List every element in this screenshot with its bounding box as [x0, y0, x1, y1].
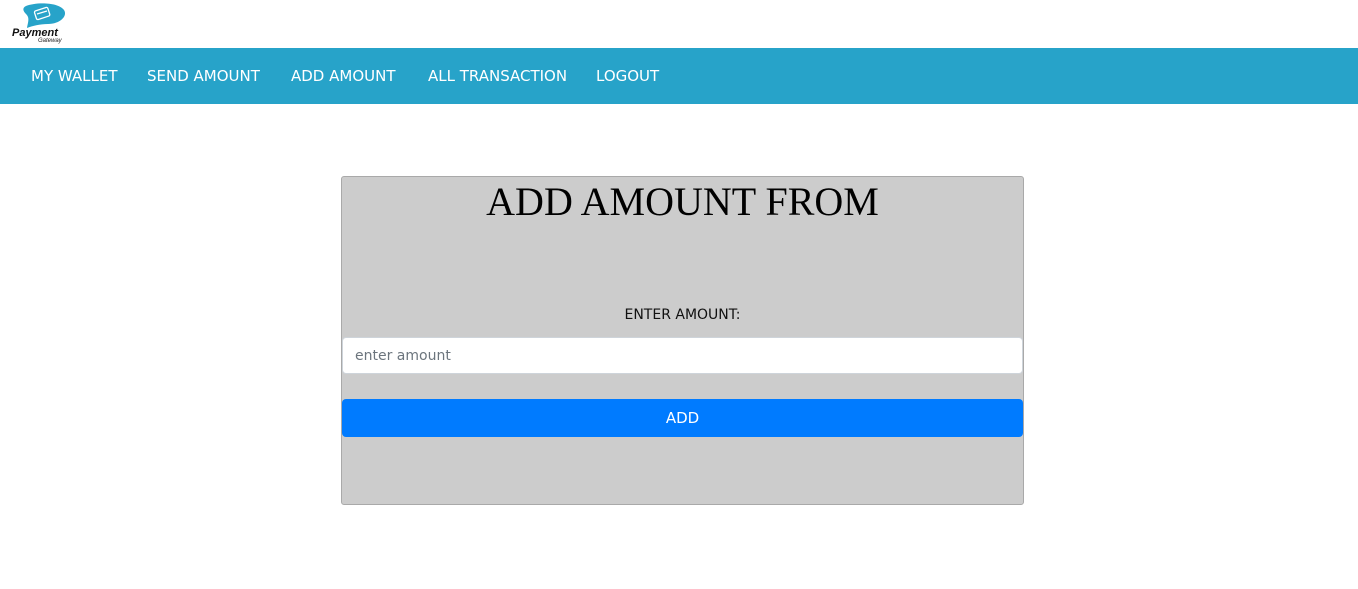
- form-title: ADD AMOUNT FROM: [486, 179, 879, 224]
- wallet-logo-icon: [23, 3, 66, 28]
- nav-send-amount[interactable]: SEND AMOUNT: [147, 48, 260, 104]
- nav-my-wallet[interactable]: MY WALLET: [31, 48, 118, 104]
- amount-label: ENTER AMOUNT:: [624, 307, 741, 323]
- nav-add-amount[interactable]: ADD AMOUNT: [291, 48, 396, 104]
- nav-logout[interactable]: LOGOUT: [596, 48, 659, 104]
- main-navbar: MY WALLET SEND AMOUNT ADD AMOUNT ALL TRA…: [0, 48, 1358, 104]
- add-amount-card: ADD AMOUNT FROM ENTER AMOUNT: ADD: [341, 176, 1024, 505]
- top-header: Payment Gateway: [0, 0, 1358, 48]
- add-button[interactable]: ADD: [342, 399, 1023, 437]
- brand-tagline: Gateway: [38, 38, 62, 44]
- amount-input[interactable]: [342, 337, 1023, 374]
- brand-logo[interactable]: Payment Gateway: [10, 2, 78, 46]
- nav-all-transaction[interactable]: ALL TRANSACTION: [428, 48, 567, 104]
